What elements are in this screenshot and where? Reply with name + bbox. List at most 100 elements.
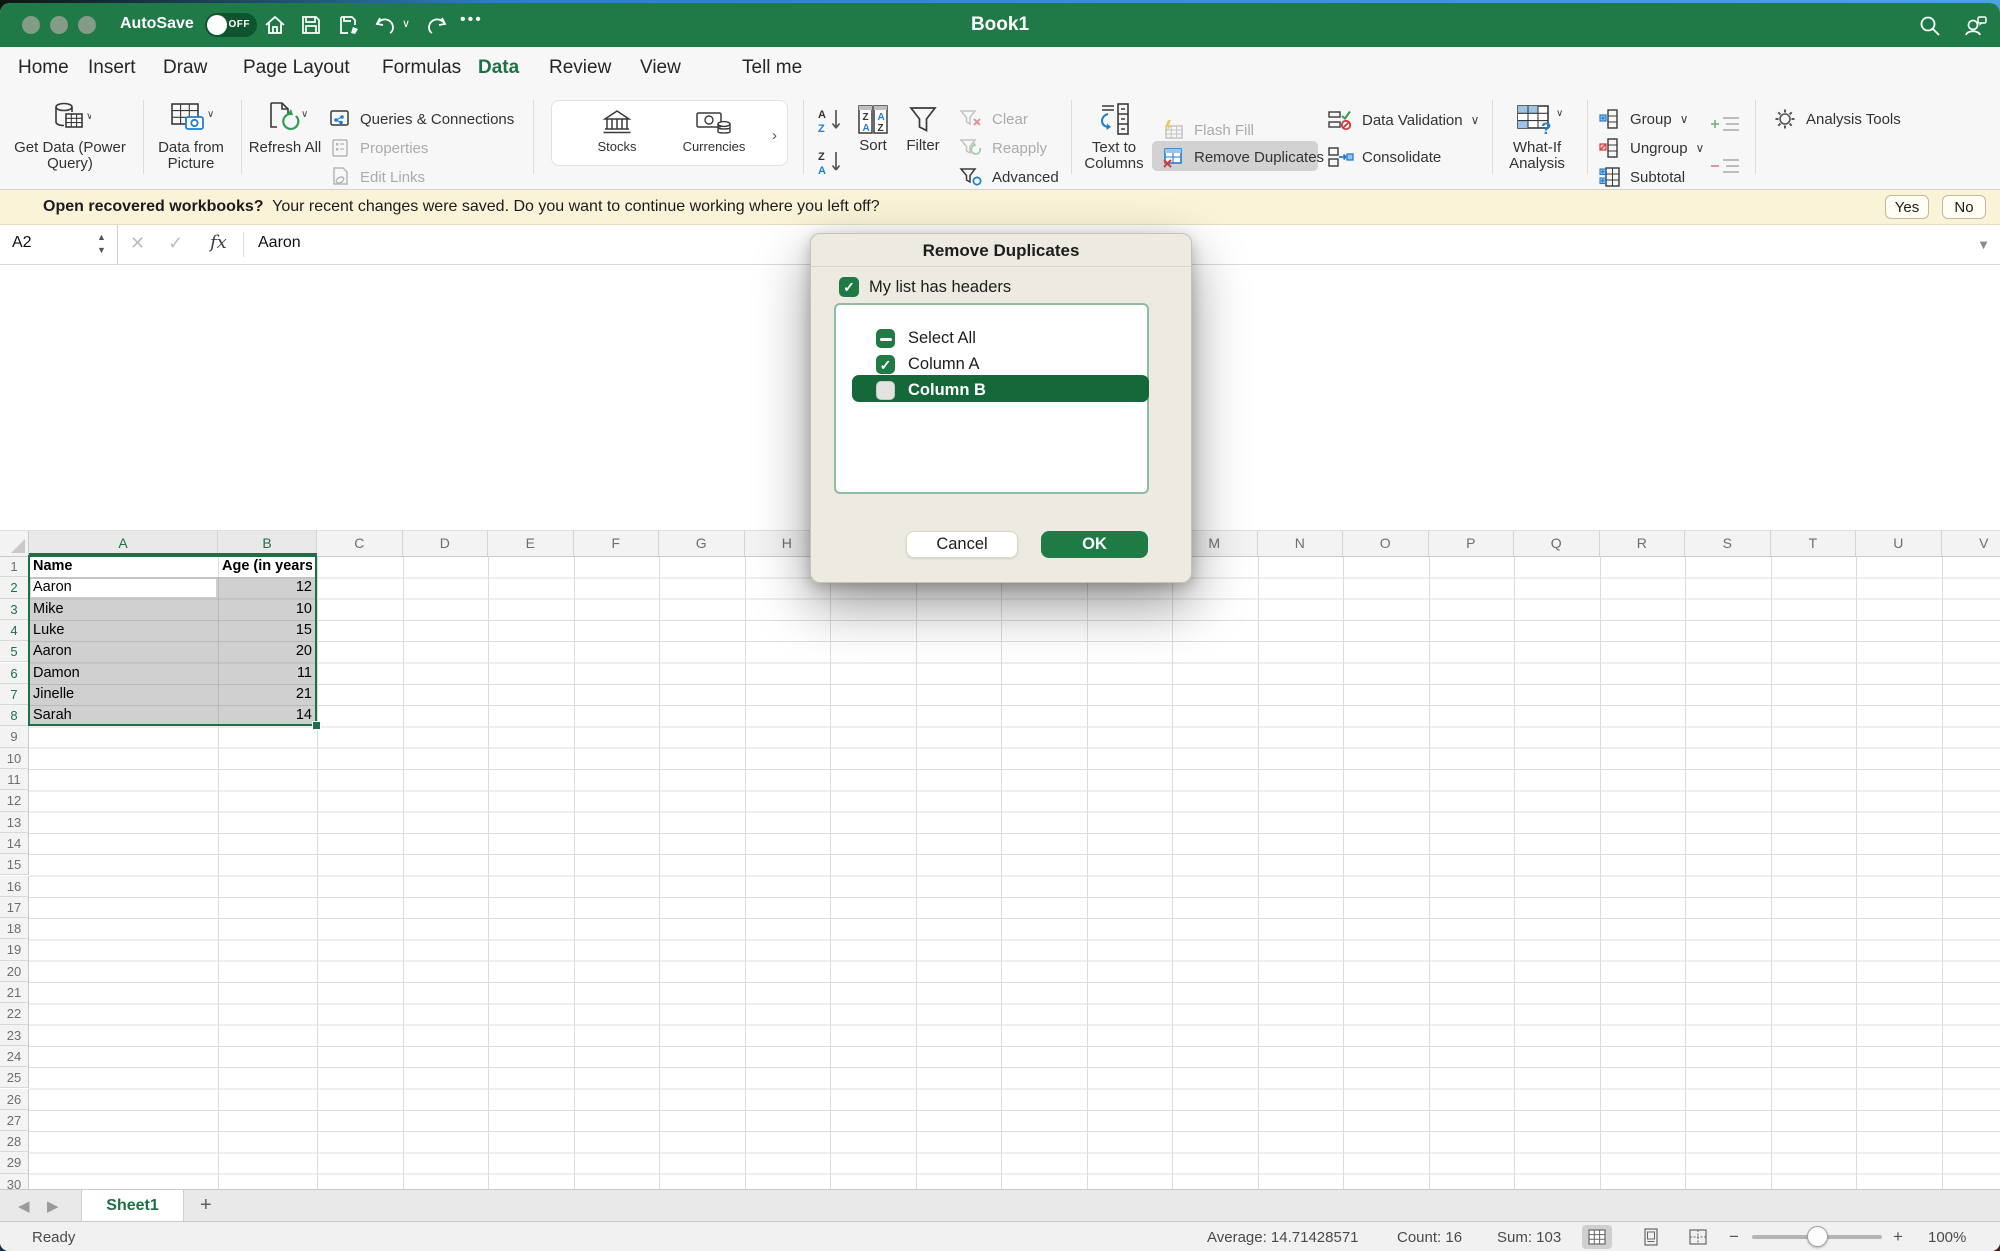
row-header-13[interactable]: 13 xyxy=(0,812,29,833)
subtotal-button[interactable]: Subtotal xyxy=(1598,166,1685,188)
row-header-22[interactable]: 22 xyxy=(0,1003,29,1024)
remove-duplicates-button[interactable]: Remove Duplicates xyxy=(1160,145,1324,169)
tab-insert[interactable]: Insert xyxy=(88,57,136,79)
row-header-7[interactable]: 7 xyxy=(0,684,29,705)
get-data-button[interactable]: ∨ Get Data (Power Query) xyxy=(8,100,132,172)
tab-view[interactable]: View xyxy=(640,57,681,79)
confirm-entry-icon[interactable]: ✓ xyxy=(168,233,183,254)
column-header-N[interactable]: N xyxy=(1258,531,1344,556)
next-sheet-arrow[interactable]: ▶ xyxy=(47,1197,59,1215)
row-header-5[interactable]: 5 xyxy=(0,641,29,662)
row-header-18[interactable]: 18 xyxy=(0,918,29,939)
column-header-F[interactable]: F xyxy=(574,531,660,556)
row-header-9[interactable]: 9 xyxy=(0,726,29,747)
column-header-P[interactable]: P xyxy=(1429,531,1515,556)
columns-listbox[interactable]: Select All ✓ Column A Column B xyxy=(834,303,1149,494)
checkbox-select-all[interactable] xyxy=(876,329,895,348)
column-header-Q[interactable]: Q xyxy=(1514,531,1600,556)
row-header-24[interactable]: 24 xyxy=(0,1046,29,1067)
column-header-O[interactable]: O xyxy=(1343,531,1429,556)
sort-ascending-icon[interactable]: AZ xyxy=(816,106,844,134)
row-header-28[interactable]: 28 xyxy=(0,1131,29,1152)
show-detail-icon[interactable] xyxy=(1708,112,1742,136)
checkbox-column-a[interactable]: ✓ xyxy=(876,355,895,374)
zoom-slider-knob[interactable] xyxy=(1807,1226,1828,1247)
cell-area[interactable] xyxy=(29,557,2000,1251)
cancel-entry-icon[interactable]: ✕ xyxy=(130,233,145,254)
filter-button[interactable]: Filter xyxy=(896,102,950,154)
column-header-E[interactable]: E xyxy=(488,531,574,556)
row-header-1[interactable]: 1 xyxy=(0,556,29,577)
data-types-expand-chevron[interactable]: › xyxy=(772,127,777,144)
people-icon[interactable] xyxy=(1962,13,1988,39)
column-header-U[interactable]: U xyxy=(1856,531,1942,556)
column-header-C[interactable]: C xyxy=(317,531,403,556)
refresh-all-button[interactable]: ∨ Refresh All xyxy=(245,100,325,156)
stocks-button[interactable]: Stocks xyxy=(582,107,652,155)
row-header-19[interactable]: 19 xyxy=(0,939,29,960)
checkbox-column-b[interactable] xyxy=(876,381,895,400)
listbox-item-column-a[interactable]: Column A xyxy=(908,355,980,374)
zoom-out-button[interactable]: − xyxy=(1729,1227,1739,1247)
listbox-item-column-b[interactable]: Column B xyxy=(908,381,986,400)
data-validation-chevron[interactable]: ∨ xyxy=(1471,113,1480,127)
row-header-27[interactable]: 27 xyxy=(0,1110,29,1131)
formula-bar-expand-chevron[interactable]: ▼ xyxy=(1977,237,1990,252)
tab-review[interactable]: Review xyxy=(549,57,611,79)
notification-yes-button[interactable]: Yes xyxy=(1885,195,1929,219)
tab-tell-me[interactable]: Tell me xyxy=(742,57,802,79)
analysis-tools-button[interactable]: Analysis Tools xyxy=(1772,106,1901,132)
insert-function-icon[interactable]: fx xyxy=(210,232,227,253)
sheet-tab-sheet1[interactable]: Sheet1 xyxy=(81,1190,184,1222)
column-header-D[interactable]: D xyxy=(403,531,489,556)
queries-connections-button[interactable]: Queries & Connections xyxy=(328,108,514,130)
search-icon[interactable] xyxy=(1917,13,1943,39)
row-header-3[interactable]: 3 xyxy=(0,599,29,620)
zoom-in-button[interactable]: + xyxy=(1893,1227,1903,1247)
hide-detail-icon[interactable] xyxy=(1708,154,1742,178)
zoom-percentage[interactable]: 100% xyxy=(1928,1229,1966,1246)
column-header-G[interactable]: G xyxy=(659,531,745,556)
row-header-8[interactable]: 8 xyxy=(0,705,29,726)
tab-draw[interactable]: Draw xyxy=(163,57,207,79)
column-header-V[interactable]: V xyxy=(1942,531,2000,556)
ungroup-chevron[interactable]: ∨ xyxy=(1696,141,1705,155)
ok-button[interactable]: OK xyxy=(1041,531,1148,558)
row-header-16[interactable]: 16 xyxy=(0,876,29,897)
currencies-button[interactable]: Currencies xyxy=(672,107,756,155)
group-chevron[interactable]: ∨ xyxy=(1680,112,1689,126)
listbox-item-select-all[interactable]: Select All xyxy=(908,329,976,348)
select-all-corner[interactable] xyxy=(0,531,29,556)
row-header-17[interactable]: 17 xyxy=(0,897,29,918)
row-header-10[interactable]: 10 xyxy=(0,748,29,769)
data-from-picture-button[interactable]: ∨ Data from Picture xyxy=(143,100,239,172)
tab-home[interactable]: Home xyxy=(18,57,69,79)
column-header-R[interactable]: R xyxy=(1600,531,1686,556)
data-validation-button[interactable]: Data Validation ∨ xyxy=(1326,108,1479,132)
row-header-11[interactable]: 11 xyxy=(0,769,29,790)
tab-page-layout[interactable]: Page Layout xyxy=(243,57,350,79)
sort-descending-icon[interactable]: ZA xyxy=(816,148,844,176)
column-header-T[interactable]: T xyxy=(1771,531,1857,556)
row-header-6[interactable]: 6 xyxy=(0,663,29,684)
column-header-S[interactable]: S xyxy=(1685,531,1771,556)
row-header-25[interactable]: 25 xyxy=(0,1067,29,1088)
advanced-filter-button[interactable]: Advanced xyxy=(958,166,1059,188)
normal-view-button[interactable] xyxy=(1582,1225,1612,1249)
row-header-14[interactable]: 14 xyxy=(0,833,29,854)
previous-sheet-arrow[interactable]: ◀ xyxy=(18,1197,30,1215)
group-button[interactable]: Group ∨ xyxy=(1598,108,1689,130)
selection-fill-handle[interactable] xyxy=(312,721,321,730)
cancel-button[interactable]: Cancel xyxy=(906,531,1018,558)
row-header-23[interactable]: 23 xyxy=(0,1025,29,1046)
row-header-26[interactable]: 26 xyxy=(0,1089,29,1110)
row-header-20[interactable]: 20 xyxy=(0,961,29,982)
what-if-analysis-button[interactable]: ? ∨ What-If Analysis xyxy=(1494,100,1580,172)
row-header-4[interactable]: 4 xyxy=(0,620,29,641)
consolidate-button[interactable]: Consolidate xyxy=(1326,145,1441,169)
text-to-columns-button[interactable]: Text to Columns xyxy=(1068,100,1160,172)
tab-formulas[interactable]: Formulas xyxy=(382,57,461,79)
sort-button[interactable]: ZA AZ Sort xyxy=(846,102,900,154)
my-list-has-headers-checkbox[interactable]: ✓ xyxy=(839,277,859,297)
row-header-2[interactable]: 2 xyxy=(0,577,29,598)
